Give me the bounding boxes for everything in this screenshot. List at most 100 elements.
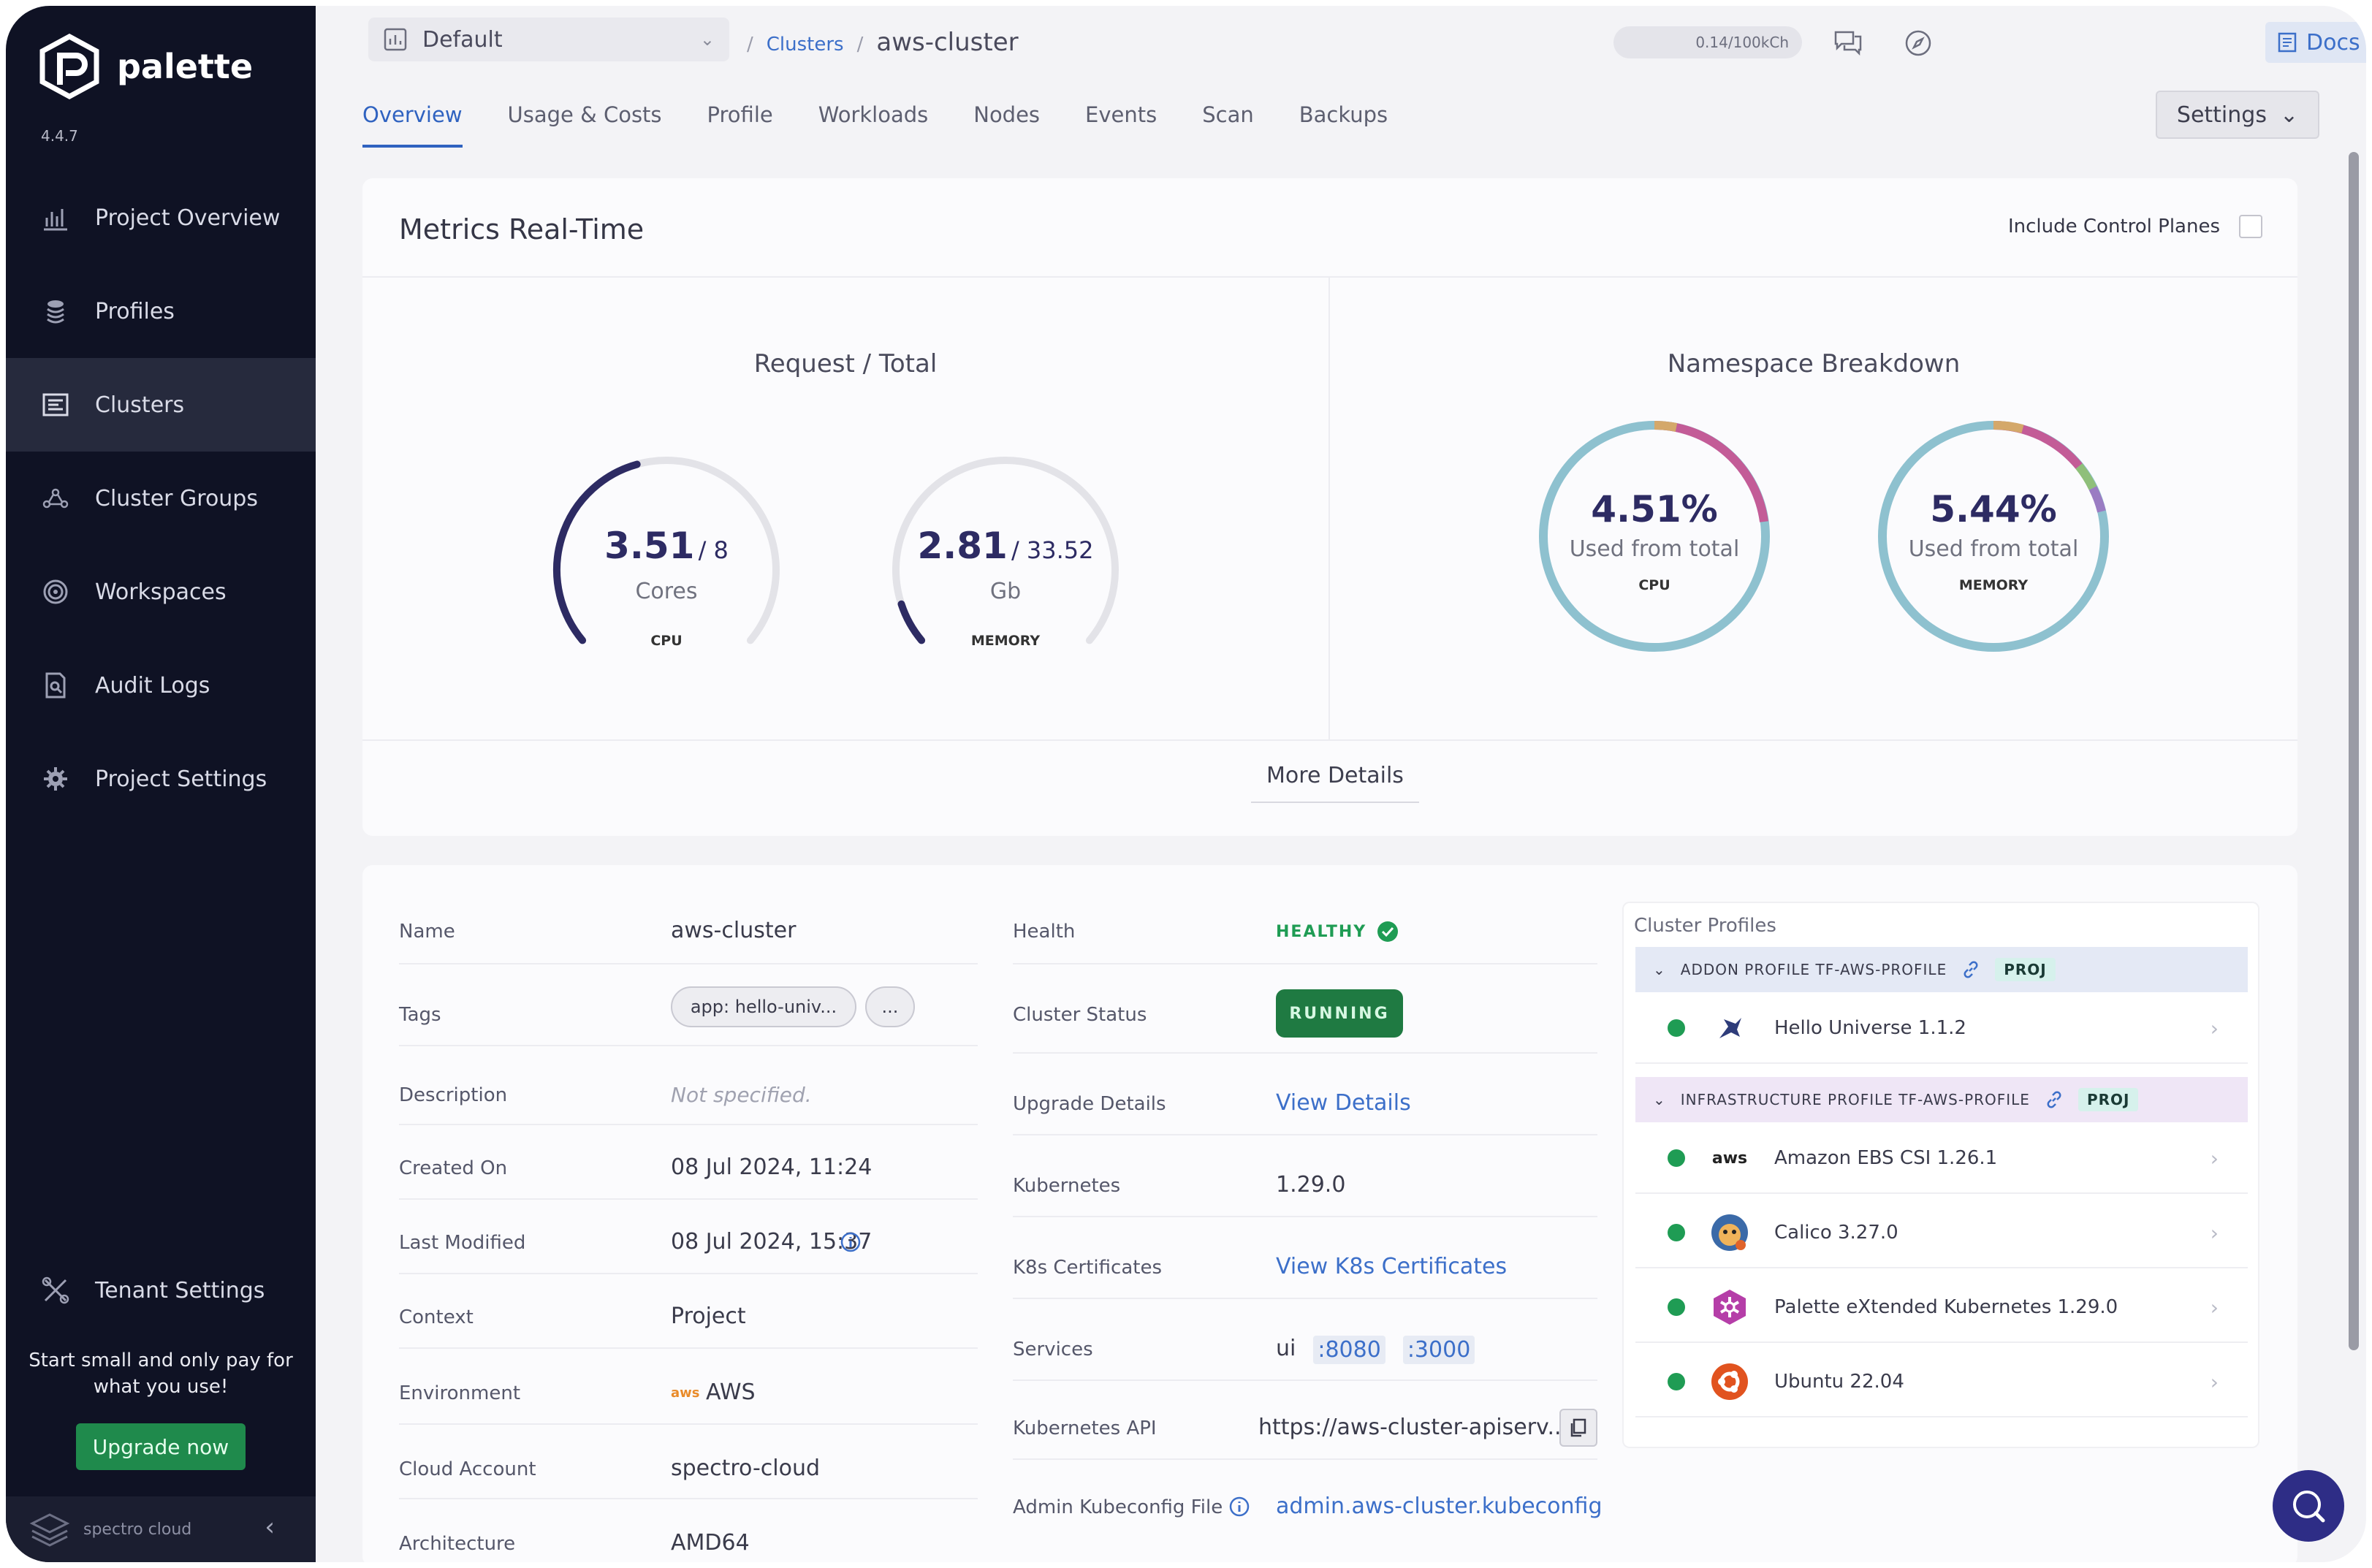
cpu-donut-subtitle: Used from total [1569, 536, 1740, 562]
docs-button[interactable]: Docs [2265, 22, 2366, 63]
addon-profile-name: ADDON PROFILE TF-AWS-PROFILE [1680, 961, 1947, 978]
more-details-button[interactable]: More Details [1251, 763, 1419, 803]
include-control-planes-label: Include Control Planes [2007, 216, 2220, 237]
cpu-total-value: / 8 [698, 536, 729, 564]
cpu-request-value: 3.51 [604, 525, 695, 567]
upgrade-now-button[interactable]: Upgrade now [76, 1423, 246, 1470]
sidebar-item-project-settings[interactable]: Project Settings [6, 732, 316, 826]
more-tags-chip[interactable]: ... [865, 986, 915, 1027]
pack-name: Ubuntu 22.04 [1774, 1371, 1904, 1393]
divider [399, 963, 978, 964]
service-port-link[interactable]: :3000 [1402, 1336, 1475, 1364]
divider [1013, 1458, 1597, 1460]
info-icon[interactable] [839, 1230, 862, 1254]
pack-item[interactable]: Palette eXtended Kubernetes 1.29.0 › [1635, 1273, 2248, 1343]
tab-usage-costs[interactable]: Usage & Costs [508, 102, 662, 148]
infrastructure-profile-header[interactable]: ⌄ INFRASTRUCTURE PROFILE TF-AWS-PROFILE … [1635, 1077, 2248, 1122]
cluster-tabs: Overview Usage & Costs Profile Workloads… [362, 102, 1388, 148]
spectro-cloud-logo-icon [29, 1513, 70, 1547]
status-dot [1668, 1019, 1685, 1037]
sidebar-item-clusters[interactable]: Clusters [6, 358, 316, 452]
kubernetes-pack-icon [1710, 1287, 1749, 1327]
info-icon[interactable] [1228, 1495, 1251, 1518]
service-name: ui [1276, 1336, 1296, 1361]
sidebar-item-label: Audit Logs [95, 672, 210, 699]
breadcrumb-separator: / [856, 34, 864, 56]
pack-item[interactable]: Hello Universe 1.1.2 › [1635, 994, 2248, 1064]
tag-chip[interactable]: app: hello-univ... [671, 986, 856, 1027]
chat-bubbles-icon[interactable] [1831, 26, 1865, 60]
pack-name: Palette eXtended Kubernetes 1.29.0 [1774, 1296, 2118, 1318]
divider [1328, 276, 1330, 739]
divider [399, 1273, 978, 1274]
tab-overview[interactable]: Overview [362, 102, 463, 148]
tab-nodes[interactable]: Nodes [973, 102, 1040, 148]
divider [1013, 1379, 1597, 1381]
page-scrollbar[interactable] [2349, 152, 2359, 1350]
pack-name: Calico 3.27.0 [1774, 1222, 1898, 1244]
kubernetes-api-label: Kubernetes API [1013, 1417, 1157, 1439]
sidebar-item-workspaces[interactable]: Workspaces [6, 545, 316, 639]
project-name: Default [422, 26, 503, 53]
support-chat-button[interactable] [2273, 1470, 2344, 1542]
sidebar-item-audit-logs[interactable]: Audit Logs [6, 639, 316, 732]
service-port-link[interactable]: :8080 [1313, 1336, 1385, 1364]
tab-workloads[interactable]: Workloads [818, 102, 929, 148]
cloud-account-value: spectro-cloud [671, 1455, 821, 1481]
context-value: Project [671, 1304, 746, 1329]
chevron-right-icon: › [2210, 1369, 2219, 1394]
pack-item[interactable]: Calico 3.27.0 › [1635, 1198, 2248, 1268]
usage-meter[interactable]: 0.14/100kCh [1613, 26, 1802, 58]
addon-profile-header[interactable]: ⌄ ADDON PROFILE TF-AWS-PROFILE PROJ [1635, 947, 2248, 992]
divider [399, 1347, 978, 1349]
sidebar-item-label: Project Settings [95, 766, 267, 792]
cpu-namespace-donut: 4.51% Used from total CPU [1530, 412, 1779, 661]
pack-item[interactable]: aws Amazon EBS CSI 1.26.1 › [1635, 1124, 2248, 1194]
tab-profile[interactable]: Profile [707, 102, 773, 148]
sidebar-item-label: Cluster Groups [95, 485, 258, 511]
sidebar-item-tenant-settings[interactable]: Tenant Settings [6, 1244, 316, 1337]
services-value: ui :8080 :3000 [1276, 1336, 1475, 1364]
breadcrumb-clusters-link[interactable]: Clusters [767, 34, 844, 56]
sidebar-item-profiles[interactable]: Profiles [6, 264, 316, 358]
sidebar: palette 4.4.7 Project Overview Profiles … [6, 6, 316, 1562]
app-version: 4.4.7 [41, 127, 78, 145]
logo[interactable]: palette [38, 34, 253, 99]
collapse-sidebar-icon[interactable]: ‹ [265, 1512, 275, 1542]
document-search-icon [45, 672, 66, 699]
cpu-donut-label: CPU [1638, 577, 1670, 593]
sidebar-item-cluster-groups[interactable]: Cluster Groups [6, 452, 316, 545]
architecture-value: AMD64 [671, 1530, 750, 1556]
network-icon [42, 488, 69, 509]
created-on-label: Created On [399, 1157, 508, 1179]
divider [399, 1124, 978, 1125]
name-value: aws-cluster [671, 918, 797, 943]
pack-item[interactable]: Ubuntu 22.04 › [1635, 1347, 2248, 1417]
name-label: Name [399, 921, 455, 943]
sidebar-item-project-overview[interactable]: Project Overview [6, 171, 316, 264]
include-control-planes-checkbox[interactable] [2239, 215, 2262, 238]
compass-icon[interactable] [1901, 26, 1935, 60]
admin-kubeconfig-link[interactable]: admin.aws-cluster.kubeconfig [1276, 1493, 1602, 1519]
tab-events[interactable]: Events [1085, 102, 1157, 148]
chevron-right-icon: › [2210, 1016, 2219, 1040]
namespace-breakdown-title: Namespace Breakdown [1667, 349, 1961, 378]
link-icon[interactable] [2045, 1090, 2064, 1109]
copy-api-button[interactable] [1559, 1409, 1597, 1447]
cpu-donut-value: 4.51% [1591, 488, 1718, 530]
divider [399, 1198, 978, 1200]
divider [399, 1045, 978, 1046]
view-k8s-certificates-link[interactable]: View K8s Certificates [1276, 1254, 1507, 1279]
settings-dropdown-button[interactable]: Settings ⌄ [2156, 91, 2319, 139]
link-icon[interactable] [1961, 960, 1980, 979]
project-select[interactable]: Default ⌄ [368, 18, 729, 61]
tab-backups[interactable]: Backups [1299, 102, 1388, 148]
memory-total-value: / 33.52 [1011, 536, 1094, 564]
chevron-right-icon: › [2210, 1146, 2219, 1171]
cluster-status-label: Cluster Status [1013, 1004, 1147, 1026]
brand-text: spectro cloud [83, 1520, 192, 1539]
view-details-link[interactable]: View Details [1276, 1090, 1411, 1116]
tab-scan[interactable]: Scan [1202, 102, 1254, 148]
description-value: Not specified. [671, 1083, 812, 1107]
target-icon [43, 579, 68, 604]
